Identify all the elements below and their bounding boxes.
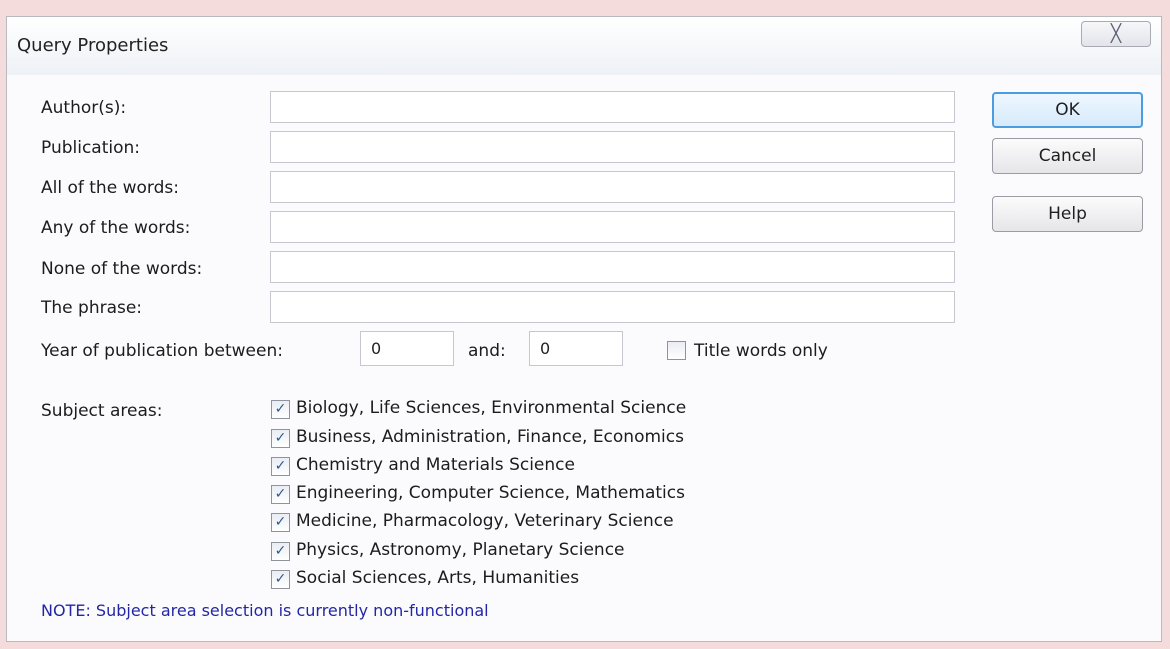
all-words-label: All of the words: <box>41 178 179 198</box>
close-button[interactable]: ╳ <box>1081 21 1151 47</box>
title-words-only-label: Title words only <box>694 341 828 361</box>
cancel-button[interactable]: Cancel <box>992 138 1143 174</box>
none-words-input[interactable] <box>270 251 955 283</box>
checkbox-checked-icon[interactable]: ✓ <box>271 400 290 419</box>
subject-item-label: Physics, Astronomy, Planetary Science <box>296 540 625 560</box>
publication-input[interactable] <box>270 131 955 163</box>
query-properties-dialog: Query Properties ╳ Author(s): Publicatio… <box>6 16 1162 642</box>
authors-label: Author(s): <box>41 98 127 118</box>
checkbox-checked-icon[interactable]: ✓ <box>271 570 290 589</box>
authors-input[interactable] <box>270 91 955 123</box>
year-to-input[interactable] <box>529 331 623 366</box>
year-from-input[interactable] <box>360 331 454 366</box>
subject-item-label: Social Sciences, Arts, Humanities <box>296 568 580 588</box>
subject-item-label: Business, Administration, Finance, Econo… <box>296 427 684 447</box>
year-and-label: and: <box>468 341 506 361</box>
phrase-input[interactable] <box>270 291 955 323</box>
publication-label: Publication: <box>41 138 141 158</box>
phrase-label: The phrase: <box>41 298 143 318</box>
title-bar: Query Properties ╳ <box>7 17 1161 75</box>
none-words-label: None of the words: <box>41 259 203 279</box>
subject-item-label: Chemistry and Materials Science <box>296 455 575 475</box>
all-words-input[interactable] <box>270 171 955 203</box>
subject-item-label: Engineering, Computer Science, Mathemati… <box>296 483 685 503</box>
help-button[interactable]: Help <box>992 196 1143 232</box>
any-words-label: Any of the words: <box>41 218 191 238</box>
subject-areas-label: Subject areas: <box>41 401 163 421</box>
subject-item-label: Medicine, Pharmacology, Veterinary Scien… <box>296 511 674 531</box>
ok-button[interactable]: OK <box>992 92 1143 128</box>
year-label: Year of publication between: <box>41 341 283 361</box>
checkbox-checked-icon[interactable]: ✓ <box>271 485 290 504</box>
subject-item-label: Biology, Life Sciences, Environmental Sc… <box>296 398 687 418</box>
checkbox-checked-icon[interactable]: ✓ <box>271 513 290 532</box>
checkbox-checked-icon[interactable]: ✓ <box>271 542 290 561</box>
checkbox-checked-icon[interactable]: ✓ <box>271 457 290 476</box>
subject-note: NOTE: Subject area selection is currentl… <box>41 601 489 620</box>
close-icon: ╳ <box>1110 24 1122 44</box>
title-words-only-checkbox[interactable] <box>667 341 686 360</box>
any-words-input[interactable] <box>270 211 955 243</box>
checkbox-checked-icon[interactable]: ✓ <box>271 429 290 448</box>
dialog-title: Query Properties <box>17 35 169 56</box>
